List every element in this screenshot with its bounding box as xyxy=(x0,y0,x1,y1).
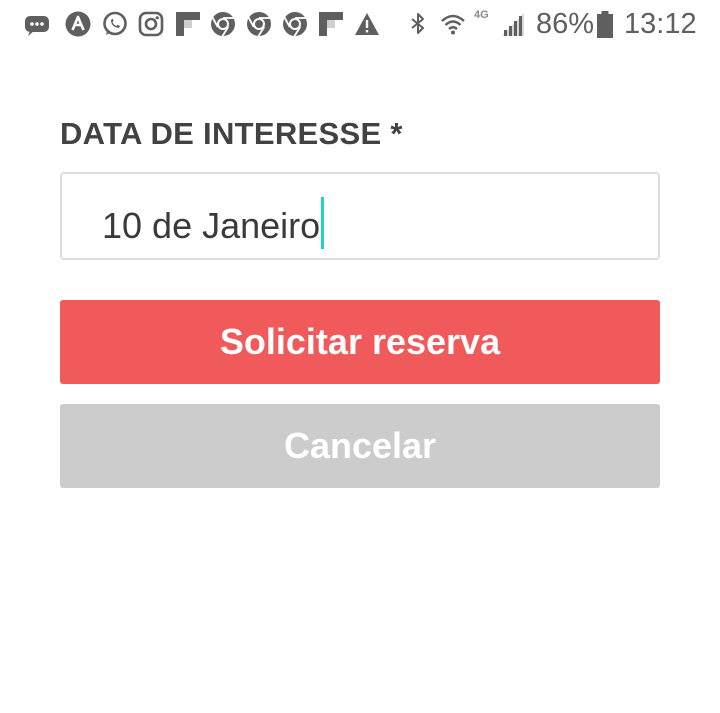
messages-icon xyxy=(25,16,49,36)
status-bar: 4G 86% 13:12 xyxy=(0,0,720,50)
flipboard-icon xyxy=(319,12,343,36)
signal-icon xyxy=(502,13,524,36)
chrome-icon xyxy=(247,12,271,37)
battery-icon xyxy=(597,11,613,38)
whatsapp-icon xyxy=(103,11,127,36)
chrome-icon xyxy=(283,12,307,37)
text-caret xyxy=(321,197,325,249)
app-a-icon xyxy=(65,11,91,37)
bluetooth-icon xyxy=(411,13,424,34)
request-reservation-button[interactable]: Solicitar reserva xyxy=(60,300,660,384)
wifi-icon xyxy=(441,14,465,35)
date-input-value[interactable]: 10 de Janeiro xyxy=(102,197,325,249)
date-input[interactable]: 10 de Janeiro xyxy=(60,172,660,260)
warning-icon xyxy=(355,13,379,35)
clock-time: 13:12 xyxy=(624,8,697,40)
chrome-icon xyxy=(211,12,235,37)
date-input-text[interactable]: 10 de Janeiro xyxy=(102,205,320,246)
instagram-icon xyxy=(138,11,164,37)
flipboard-icon xyxy=(176,12,200,36)
date-field-label: DATA DE INTERESSE * xyxy=(60,116,403,151)
battery-percent: 86% xyxy=(536,8,595,40)
cancel-button[interactable]: Cancelar xyxy=(60,404,660,488)
network-type-label: 4G xyxy=(474,9,489,21)
